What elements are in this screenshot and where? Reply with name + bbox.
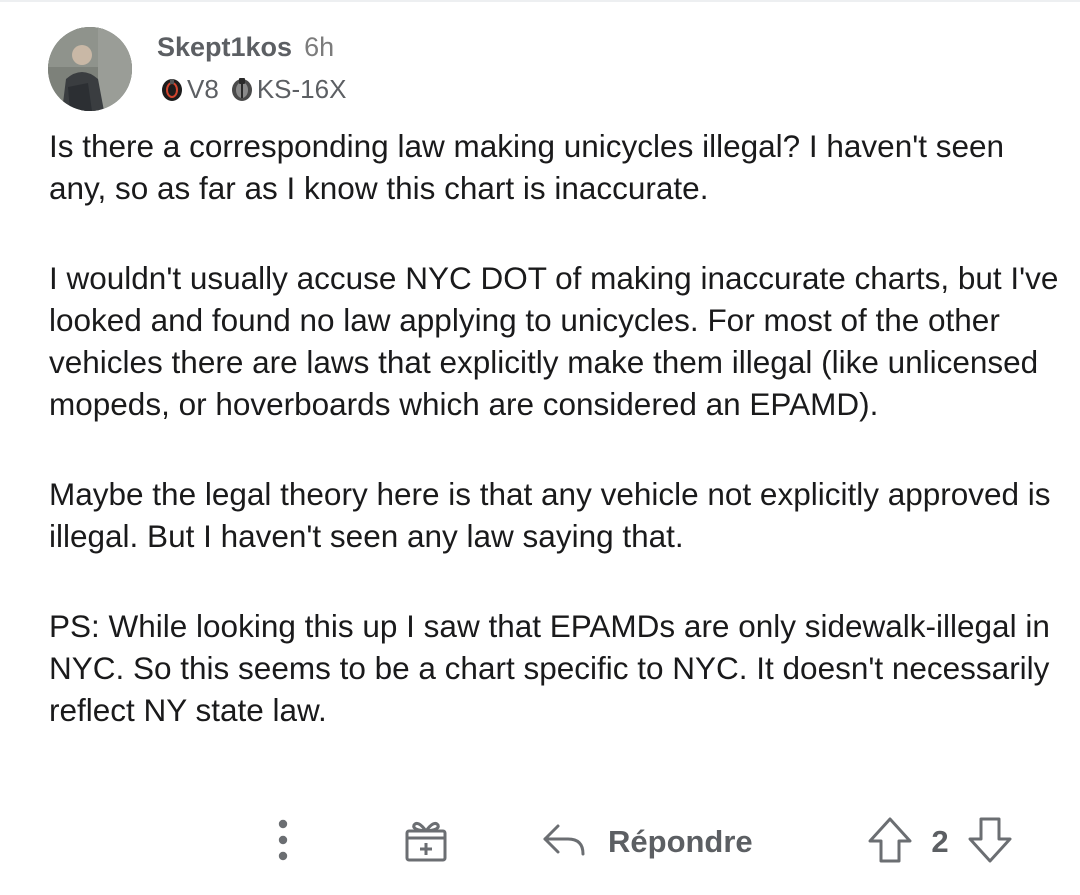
v8-wheel-icon (159, 76, 185, 102)
flair-label-ks16x: KS-16X (256, 73, 347, 104)
comment-age: 6h (304, 32, 335, 62)
comment-paragraph: PS: While looking this up I saw that EPA… (49, 608, 1050, 728)
reply-label: Répondre (608, 824, 753, 859)
comment-card: Skept1kos 6h V8 KS-16X Is there a corres… (0, 0, 1080, 895)
reply-arrow-icon (540, 820, 588, 865)
more-options-button[interactable] (260, 812, 306, 872)
divider (0, 0, 1080, 2)
comment-header: Skept1kos 6h (157, 32, 334, 68)
avatar[interactable] (48, 27, 132, 111)
upvote-arrow-icon (866, 815, 914, 870)
comment-body: Is there a corresponding law making unic… (49, 125, 1069, 731)
more-vertical-icon (277, 818, 289, 867)
comment-paragraph: Is there a corresponding law making unic… (49, 128, 1005, 206)
user-flair: V8 KS-16X (159, 73, 356, 105)
award-gift-icon (402, 817, 450, 868)
username[interactable]: Skept1kos (157, 32, 292, 63)
award-button[interactable] (398, 812, 454, 872)
downvote-arrow-icon (966, 815, 1014, 870)
reply-button[interactable]: Répondre (540, 812, 780, 872)
vote-score: 2 (931, 824, 949, 859)
vote-controls: 2 (866, 812, 1014, 872)
comment-paragraph: I wouldn't usually accuse NYC DOT of mak… (49, 260, 1059, 422)
flair-label-v8: V8 (187, 73, 219, 104)
comment-paragraph: Maybe the legal theory here is that any … (49, 476, 1051, 554)
ks16x-wheel-icon (229, 76, 255, 102)
downvote-button[interactable] (966, 815, 1014, 870)
comment-actions: Répondre 2 (0, 812, 1080, 872)
upvote-button[interactable] (866, 815, 914, 870)
